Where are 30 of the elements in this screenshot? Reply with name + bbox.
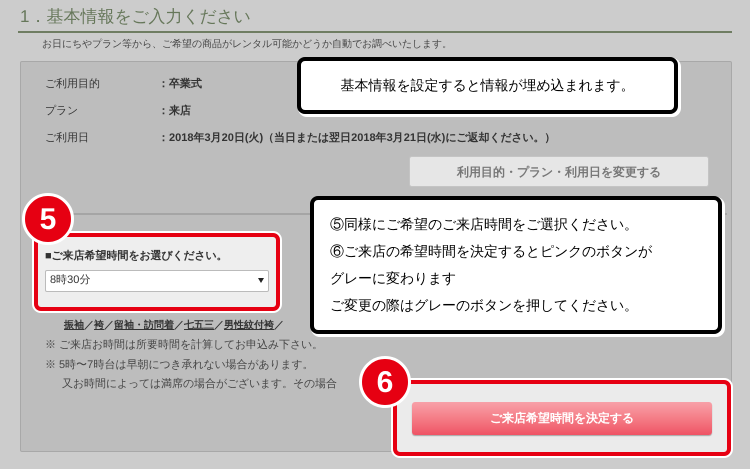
field-value: ：2018年3月20日(火)（当日または翌日2018年3月21日(水)にご返却ください。） <box>158 130 556 146</box>
field-label: プラン <box>45 104 79 119</box>
link-separator: ／ <box>174 319 184 333</box>
category-link[interactable]: 七五三 <box>184 318 214 333</box>
link-separator: ／ <box>104 319 114 333</box>
callout-text: ⑥ご来店の希望時間を決定するとピンクのボタンが <box>330 242 653 261</box>
dropdown-caret-icon <box>258 278 264 283</box>
field-value: ：卒業式 <box>158 76 202 92</box>
time-select-label: ■ご来店希望時間をお選びください。 <box>45 248 229 264</box>
note-text: ※ 5時〜7時台は早朝につき承れない場合があります。 <box>45 358 314 372</box>
callout-text: 基本情報を設定すると情報が埋め込まれます。 <box>340 76 634 95</box>
category-link[interactable]: 留袖・訪問着 <box>114 318 174 333</box>
category-link[interactable]: 袴 <box>94 318 104 333</box>
field-label: ご利用目的 <box>45 76 101 92</box>
link-separator: ／ <box>214 320 224 333</box>
field-value: ：来店 <box>158 104 191 119</box>
change-button[interactable]: 利用目的・プラン・利用日を変更する <box>409 156 709 187</box>
link-separator: ／ <box>274 319 284 333</box>
section-description: お日にちやプラン等から、ご希望の商品がレンタル可能かどうか自動でお調べいたします。 <box>42 39 452 50</box>
category-link[interactable]: 男性紋付袴 <box>224 318 274 333</box>
note-text: 又お時間によっては満席の場合がございます。その場合 <box>61 376 337 392</box>
time-select[interactable]: 8時30分 <box>45 270 269 292</box>
callout-text: グレーに変わります <box>330 269 457 288</box>
category-link[interactable]: 振袖 <box>64 318 84 333</box>
section-title: 1．基本情報をご入力ください <box>20 7 250 26</box>
note-text: ※ ご来店お時間は所要時間を計算してお申込み下さい。 <box>45 338 324 353</box>
link-separator: ／ <box>84 320 94 333</box>
callout-text: ⑤同様にご希望のご来店時間をご選択ください。 <box>330 215 639 234</box>
field-label: ご利用日 <box>45 130 90 146</box>
callout-text: ご変更の際はグレーのボタンを押してください。 <box>330 296 639 315</box>
